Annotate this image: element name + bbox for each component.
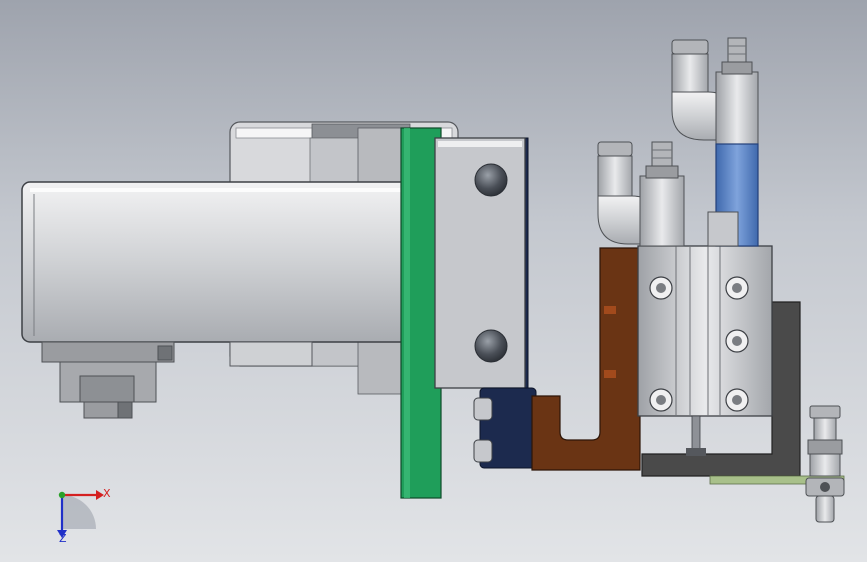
flange-plate[interactable] xyxy=(434,137,529,391)
motor-housing[interactable] xyxy=(21,181,433,343)
push-in-fitting[interactable] xyxy=(805,405,845,523)
y-axis-dot xyxy=(58,491,66,499)
motor-connector[interactable] xyxy=(41,341,175,419)
blue-air-cylinder[interactable] xyxy=(707,143,759,247)
navy-clamp-block[interactable] xyxy=(473,387,537,469)
bolt-head-upper xyxy=(474,163,508,197)
cad-viewport[interactable]: X Z xyxy=(0,0,867,562)
rod-nut xyxy=(686,448,706,456)
coordinate-triad: X Z xyxy=(57,487,111,545)
left-elbow-fitting[interactable] xyxy=(597,141,685,247)
brown-bracket[interactable] xyxy=(531,247,641,471)
right-elbow-fitting[interactable] xyxy=(671,37,759,145)
bolt-head-lower xyxy=(474,329,508,363)
z-axis-label: Z xyxy=(59,532,67,545)
x-axis-label: X xyxy=(103,487,111,500)
rear-lower-plate xyxy=(229,341,313,367)
cylinder-block[interactable] xyxy=(637,245,773,417)
